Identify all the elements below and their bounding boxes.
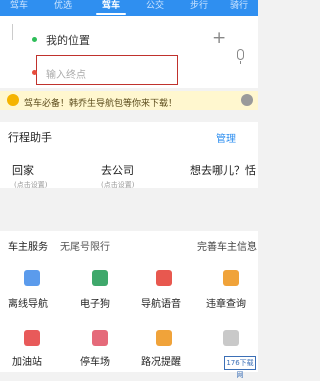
trip-assistant-title: 行程助手 (8, 131, 52, 144)
destination-placeholder: 输入终点 (46, 70, 86, 81)
transport-tab-bar: 驾车 优选 驾车 公交 步行 骑行 (0, 0, 258, 16)
offline-nav-label[interactable]: 离线导航 (8, 295, 48, 310)
chevron-right-icon[interactable]: › (247, 238, 251, 249)
place-company-name: 去公司 (101, 164, 134, 177)
end-dot-icon (32, 70, 37, 75)
violation-query-icon[interactable] (223, 270, 239, 286)
manage-button[interactable]: 管理 (216, 130, 236, 145)
car-services-title: 车主服务 (8, 242, 48, 253)
route-connector (12, 24, 26, 40)
place-home-sub: (点击设置) (14, 181, 48, 189)
promo-face-icon (7, 94, 19, 106)
active-tab-indicator (96, 13, 126, 15)
gas-station-label[interactable]: 加油站 (12, 353, 42, 368)
tab-ride[interactable]: 骑行 (224, 0, 254, 16)
parking-icon[interactable] (92, 330, 108, 346)
plate-restriction-text: 无尾号限行 (60, 242, 110, 253)
place-suggest-name: 想去哪儿？恬 (190, 164, 256, 177)
tab-drive-left[interactable]: 驾车 (4, 0, 34, 16)
place-company-sub: (点击设置) (101, 181, 135, 189)
offline-nav-icon[interactable] (24, 270, 40, 286)
close-banner-icon[interactable] (241, 94, 253, 106)
gas-station-icon[interactable] (24, 330, 40, 346)
place-home-name: 回家 (12, 164, 34, 177)
microphone-stand (240, 61, 241, 64)
start-location-field[interactable]: 我的位置 (46, 32, 90, 48)
add-waypoint-icon[interactable]: + (212, 30, 226, 47)
start-dot-icon (32, 37, 37, 42)
tab-bus[interactable]: 公交 (140, 0, 170, 16)
nav-voice-icon[interactable] (156, 270, 172, 286)
nav-voice-label[interactable]: 导航语音 (141, 295, 181, 310)
violation-query-label[interactable]: 违章查询 (206, 295, 246, 310)
electronic-dog-label[interactable]: 电子狗 (80, 295, 110, 310)
electronic-dog-icon[interactable] (92, 270, 108, 286)
tab-walk[interactable]: 步行 (184, 0, 214, 16)
parking-label[interactable]: 停车场 (80, 353, 110, 368)
more-icon[interactable] (223, 330, 239, 346)
promo-text: 驾车必备！韩乔生导航包等你来下载！ (24, 99, 178, 109)
watermark-logo: 176下载网 (224, 356, 256, 379)
tab-preferred[interactable]: 优选 (48, 0, 78, 16)
traffic-alert-icon[interactable] (156, 330, 172, 346)
microphone-icon[interactable] (237, 49, 244, 60)
traffic-alert-label[interactable]: 路况提醒 (141, 353, 181, 368)
